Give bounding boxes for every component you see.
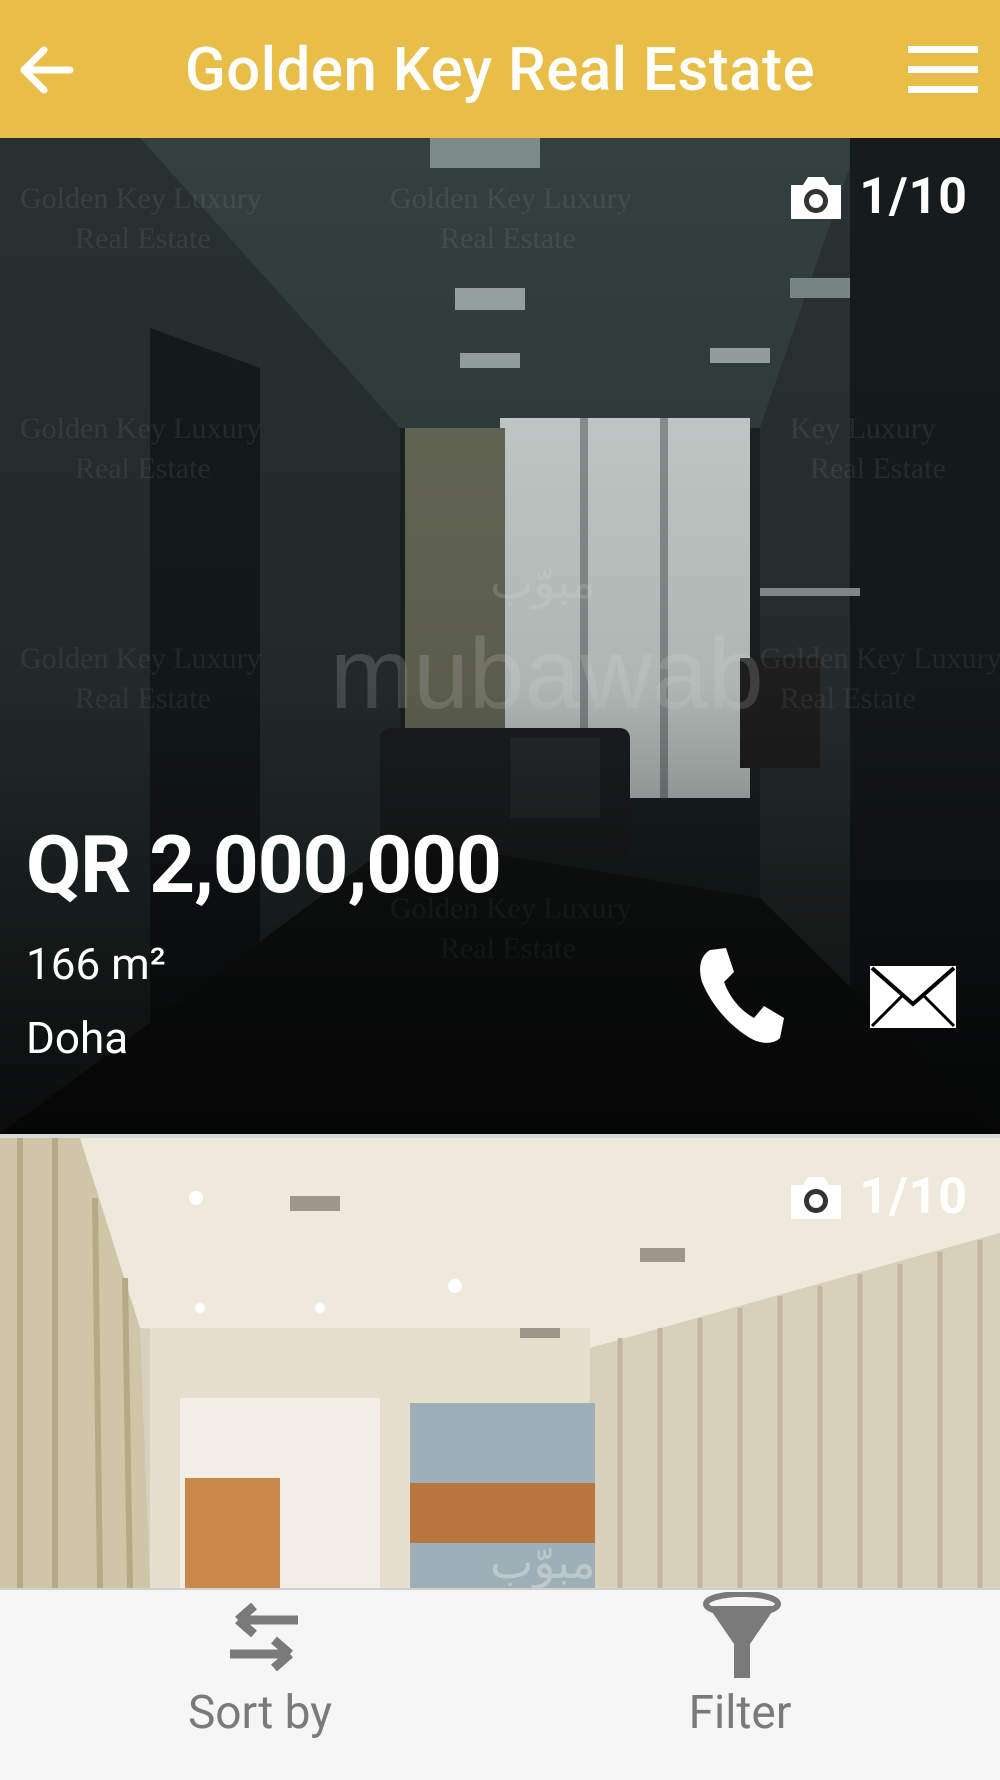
- brand-watermark-arabic: مبوّب: [490, 1536, 596, 1588]
- app-bar: Golden Key Real Estate: [0, 0, 1000, 138]
- listing-card[interactable]: مبوّب 1/10: [0, 1138, 1000, 1588]
- listing-area: 166 m²: [26, 938, 166, 990]
- mail-icon[interactable]: [868, 964, 958, 1030]
- back-arrow-icon[interactable]: [14, 38, 78, 102]
- sort-arrows-icon: [230, 1602, 298, 1672]
- photo-counter-text: 1/10: [859, 168, 968, 226]
- listing-location: Doha: [26, 1012, 129, 1064]
- menu-icon[interactable]: [908, 42, 978, 98]
- sort-label: Sort by: [187, 1686, 333, 1740]
- listing-price: QR 2,000,000: [26, 818, 502, 912]
- listing-card[interactable]: Golden Key Luxury Real Estate Golden Key…: [0, 138, 1000, 1134]
- app-title: Golden Key Real Estate: [184, 33, 816, 105]
- camera-icon: [791, 1177, 842, 1219]
- photo-counter: 1/10: [787, 168, 968, 226]
- photo-counter: 1/10: [787, 1168, 968, 1226]
- filter-funnel-icon: [703, 1592, 781, 1678]
- filter-label: Filter: [688, 1686, 792, 1740]
- sort-button[interactable]: Sort by: [160, 1590, 360, 1780]
- camera-icon: [791, 177, 842, 219]
- filter-button[interactable]: Filter: [640, 1590, 840, 1780]
- bottom-action-bar: Sort by Filter: [0, 1588, 1000, 1780]
- phone-icon[interactable]: [696, 946, 786, 1046]
- photo-counter-text: 1/10: [859, 1168, 968, 1226]
